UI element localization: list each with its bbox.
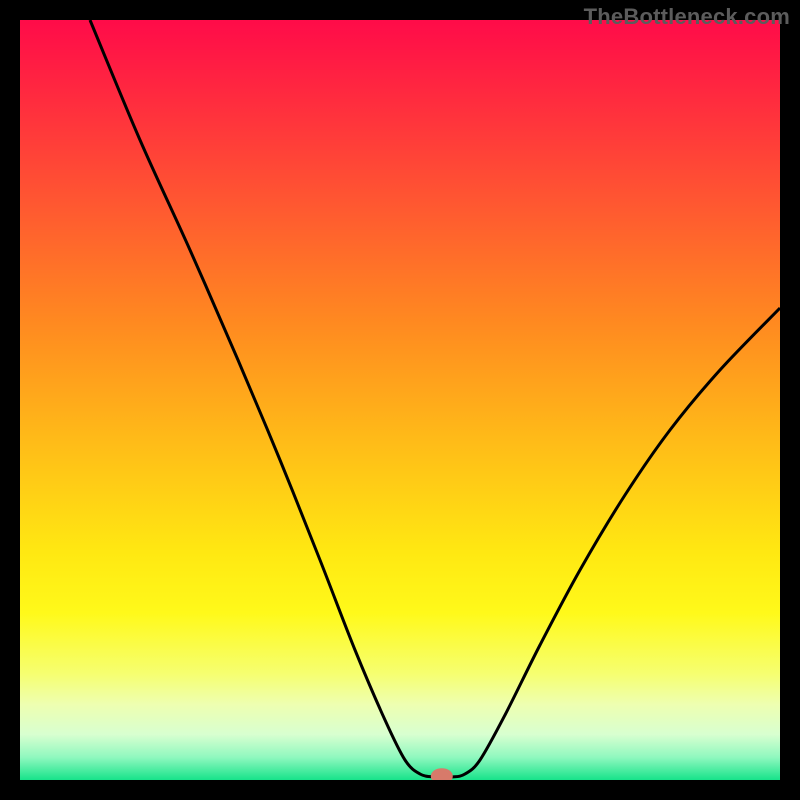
- plot-area: [20, 20, 780, 784]
- chart-svg: [0, 0, 800, 800]
- watermark-text: TheBottleneck.com: [584, 4, 790, 30]
- gradient-background: [20, 20, 780, 780]
- chart-stage: TheBottleneck.com: [0, 0, 800, 800]
